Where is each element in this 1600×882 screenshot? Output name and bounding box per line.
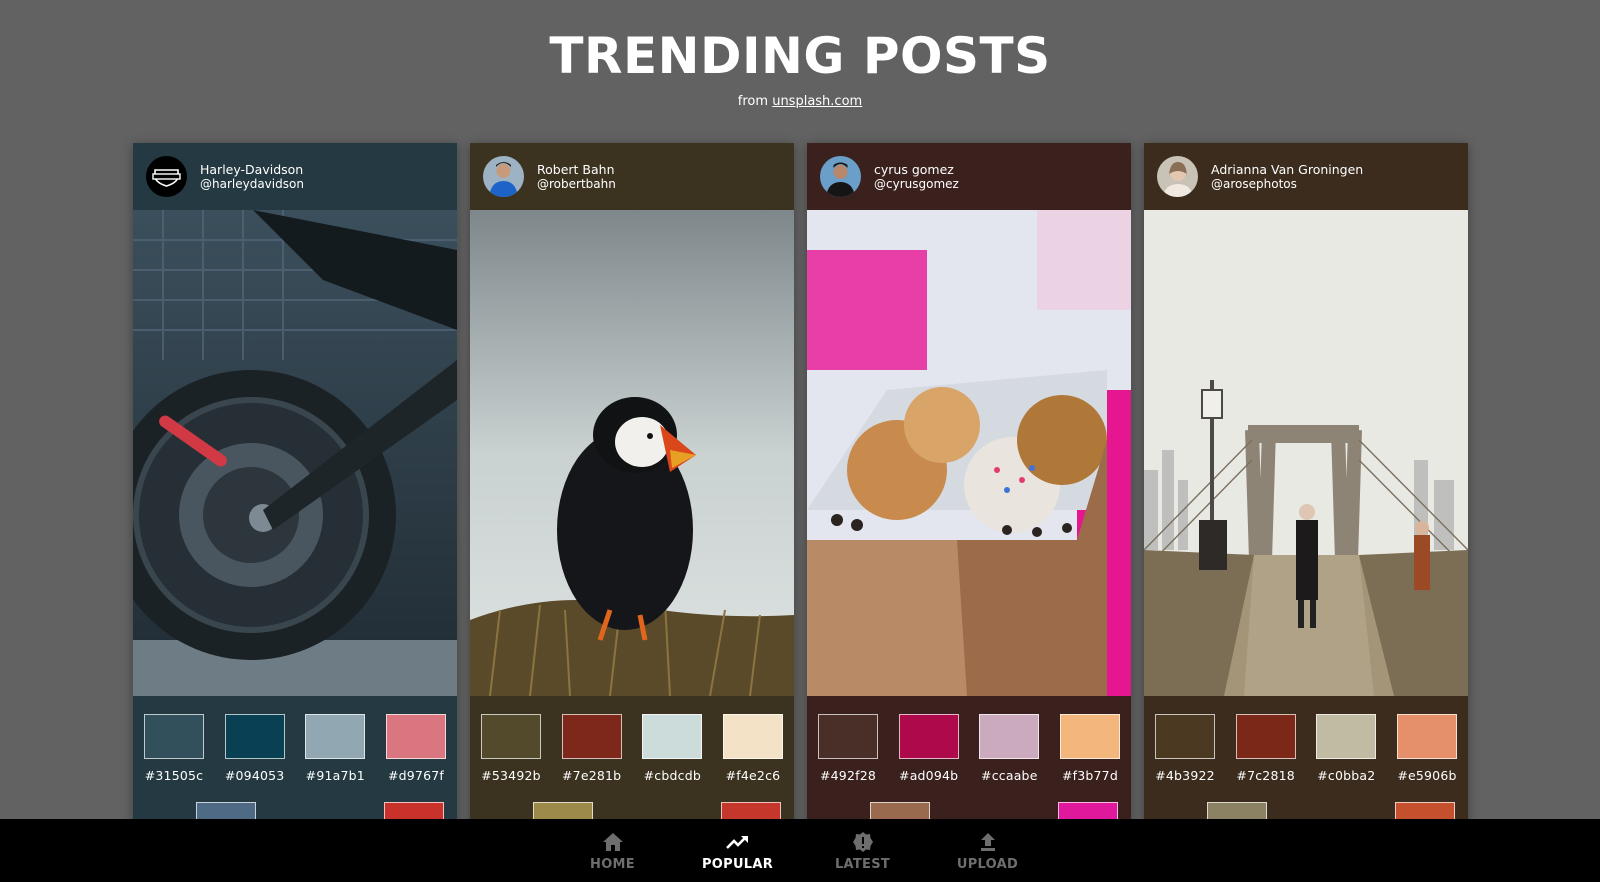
swatch-hex: #094053 bbox=[224, 768, 285, 783]
avatar[interactable] bbox=[1157, 156, 1198, 197]
swatch-hex: #7e281b bbox=[562, 768, 622, 783]
color-swatch[interactable] bbox=[818, 714, 878, 759]
color-swatch[interactable] bbox=[305, 714, 366, 759]
user-name[interactable]: Robert Bahn bbox=[537, 162, 616, 177]
color-swatch[interactable] bbox=[1155, 714, 1215, 759]
color-swatch[interactable] bbox=[481, 714, 541, 759]
swatch-hex: #d9767f bbox=[387, 768, 444, 783]
swatch-hex: #cbdcdb bbox=[643, 768, 701, 783]
nav-label: POPULAR bbox=[701, 857, 774, 872]
cards-grid: Harley-Davidson @harleydavidson #31505c … bbox=[133, 143, 1468, 882]
nav-upload[interactable]: UPLOAD bbox=[925, 819, 1050, 882]
color-swatch[interactable] bbox=[144, 714, 204, 759]
color-palette: #31505c #094053 #91a7b1 #d9767f bbox=[133, 696, 457, 783]
user-name[interactable]: Harley-Davidson bbox=[200, 162, 304, 177]
color-swatch[interactable] bbox=[979, 714, 1040, 759]
color-palette: #53492b #7e281b #cbdcdb #f4e2c6 bbox=[470, 696, 794, 783]
avatar[interactable] bbox=[820, 156, 861, 197]
card-header: Adrianna Van Groningen @arosephotos bbox=[1144, 143, 1468, 210]
page-header: TRENDING POSTS from unsplash.com bbox=[0, 0, 1600, 140]
user-handle[interactable]: @harleydavidson bbox=[200, 177, 304, 191]
swatch-hex: #31505c bbox=[144, 768, 204, 783]
home-icon bbox=[550, 831, 675, 853]
nav-popular[interactable]: POPULAR bbox=[675, 819, 800, 882]
user-handle[interactable]: @cyrusgomez bbox=[874, 177, 959, 191]
nav-label: LATEST bbox=[834, 857, 891, 872]
color-swatch[interactable] bbox=[722, 714, 783, 759]
post-card[interactable]: Adrianna Van Groningen @arosephotos #4b3… bbox=[1144, 143, 1468, 882]
post-card[interactable]: Harley-Davidson @harleydavidson #31505c … bbox=[133, 143, 457, 882]
swatch-hex: #492f28 bbox=[819, 768, 877, 783]
color-swatch[interactable] bbox=[1235, 714, 1296, 759]
color-swatch[interactable] bbox=[385, 714, 446, 759]
post-photo[interactable] bbox=[470, 210, 794, 696]
post-card[interactable]: cyrus gomez @cyrusgomez #492f28 #ad094b … bbox=[807, 143, 1131, 882]
swatch-hex: #f4e2c6 bbox=[725, 768, 781, 783]
nav-label: HOME bbox=[590, 857, 635, 872]
swatch-hex: #91a7b1 bbox=[305, 768, 365, 783]
page-subtitle: from unsplash.com bbox=[0, 94, 1600, 109]
trending-icon bbox=[675, 831, 800, 853]
swatch-hex: #ccaabe bbox=[981, 768, 1038, 783]
swatch-hex: #f3b77d bbox=[1061, 768, 1118, 783]
swatch-hex: #ad094b bbox=[899, 768, 959, 783]
swatch-hex: #7c2818 bbox=[1236, 768, 1295, 783]
post-card[interactable]: Robert Bahn @robertbahn #53492b #7e281b … bbox=[470, 143, 794, 882]
swatch-hex: #e5906b bbox=[1397, 768, 1457, 783]
color-swatch[interactable] bbox=[1316, 714, 1377, 759]
color-swatch[interactable] bbox=[898, 714, 959, 759]
user-name[interactable]: cyrus gomez bbox=[874, 162, 959, 177]
avatar[interactable] bbox=[146, 156, 187, 197]
avatar[interactable] bbox=[483, 156, 524, 197]
color-swatch[interactable] bbox=[1396, 714, 1457, 759]
post-photo[interactable] bbox=[1144, 210, 1468, 696]
color-palette: #492f28 #ad094b #ccaabe #f3b77d bbox=[807, 696, 1131, 783]
color-swatch[interactable] bbox=[224, 714, 285, 759]
color-swatch[interactable] bbox=[642, 714, 703, 759]
source-link[interactable]: unsplash.com bbox=[772, 94, 862, 109]
nav-latest[interactable]: LATEST bbox=[800, 819, 925, 882]
card-header: Harley-Davidson @harleydavidson bbox=[133, 143, 457, 210]
swatch-hex: #4b3922 bbox=[1155, 768, 1215, 783]
card-header: cyrus gomez @cyrusgomez bbox=[807, 143, 1131, 210]
nav-label: UPLOAD bbox=[956, 857, 1019, 872]
from-text: from bbox=[737, 94, 769, 109]
color-palette: #4b3922 #7c2818 #c0bba2 #e5906b bbox=[1144, 696, 1468, 783]
user-handle[interactable]: @robertbahn bbox=[537, 177, 616, 191]
swatch-hex: #53492b bbox=[481, 768, 541, 783]
page-title: TRENDING POSTS bbox=[549, 27, 1051, 85]
bottom-nav: HOME POPULAR LATEST UPLOAD bbox=[0, 819, 1600, 882]
nav-home[interactable]: HOME bbox=[550, 819, 675, 882]
upload-icon bbox=[925, 831, 1050, 853]
color-swatch[interactable] bbox=[561, 714, 622, 759]
user-name[interactable]: Adrianna Van Groningen bbox=[1211, 162, 1363, 177]
card-header: Robert Bahn @robertbahn bbox=[470, 143, 794, 210]
badge-icon bbox=[800, 831, 925, 853]
user-handle[interactable]: @arosephotos bbox=[1211, 177, 1363, 191]
color-swatch[interactable] bbox=[1059, 714, 1120, 759]
swatch-hex: #c0bba2 bbox=[1317, 768, 1376, 783]
post-photo[interactable] bbox=[807, 210, 1131, 696]
post-photo[interactable] bbox=[133, 210, 457, 696]
